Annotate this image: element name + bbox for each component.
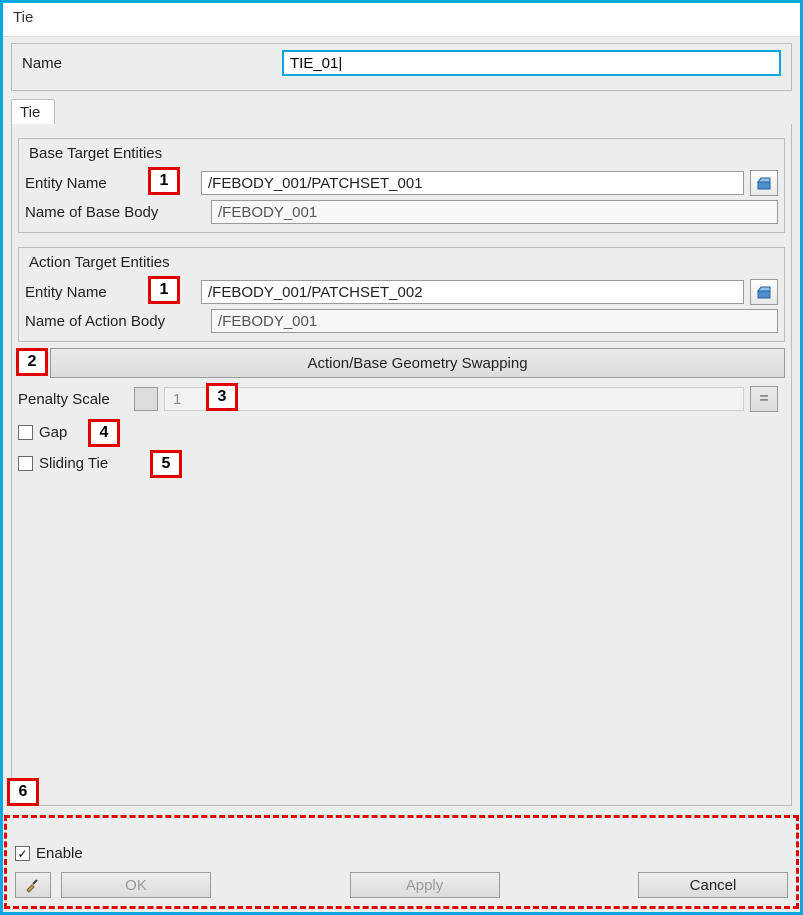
ok-label: OK: [125, 877, 147, 894]
fieldset-action: Action Target Entities Entity Name 1 Nam…: [18, 247, 785, 342]
pick-icon: [756, 175, 772, 191]
sliding-label: Sliding Tie: [39, 455, 108, 472]
action-entity-row: Entity Name 1: [25, 279, 778, 305]
penalty-input[interactable]: [164, 387, 744, 411]
callout-2: 2: [16, 348, 48, 376]
callout-1b: 1: [148, 276, 180, 304]
action-body-row: Name of Action Body: [25, 309, 778, 333]
base-entity-pick-button[interactable]: [750, 170, 778, 196]
options-button[interactable]: [15, 872, 51, 898]
swap-button[interactable]: Action/Base Geometry Swapping: [50, 348, 785, 378]
callout-3: 3: [206, 383, 238, 411]
tab-panel: Base Target Entities Entity Name 1 Name …: [11, 124, 792, 806]
base-entity-row: Entity Name 1: [25, 170, 778, 196]
apply-label: Apply: [406, 877, 444, 894]
dialog-body: Name Tie Base Target Entities Entity Nam…: [3, 37, 800, 912]
penalty-toggle[interactable]: [134, 387, 158, 411]
cancel-button[interactable]: Cancel: [638, 872, 788, 898]
button-row: OK Apply Cancel: [11, 872, 792, 898]
base-body-row: Name of Base Body: [25, 200, 778, 224]
name-label: Name: [22, 55, 272, 72]
apply-button[interactable]: Apply: [350, 872, 500, 898]
action-body-label: Name of Action Body: [25, 313, 205, 330]
gap-row: Gap 4: [18, 424, 785, 441]
dialog-window: Tie Name Tie Base Target Entities Entity…: [0, 0, 803, 915]
callout-6: 6: [7, 778, 39, 806]
ok-button[interactable]: OK: [61, 872, 211, 898]
tab-label: Tie: [20, 104, 40, 121]
cancel-label: Cancel: [690, 877, 737, 894]
callout-1a: 1: [148, 167, 180, 195]
tab-tie[interactable]: Tie: [11, 99, 55, 125]
penalty-label: Penalty Scale: [18, 391, 128, 408]
pick-icon: [756, 284, 772, 300]
base-body-input: [211, 200, 778, 224]
fieldset-base: Base Target Entities Entity Name 1 Name …: [18, 138, 785, 233]
equals-icon: =: [759, 390, 768, 408]
enable-checkbox[interactable]: [15, 846, 30, 861]
tab-strip: Tie: [11, 99, 792, 125]
base-entity-input[interactable]: [201, 171, 744, 195]
action-entity-pick-button[interactable]: [750, 279, 778, 305]
base-body-label: Name of Base Body: [25, 204, 205, 221]
swap-label: Action/Base Geometry Swapping: [307, 355, 527, 372]
bottom-bar: Enable OK Apply Cancel: [11, 845, 792, 898]
brush-icon: [24, 876, 42, 894]
action-body-input: [211, 309, 778, 333]
window-title: Tie: [13, 9, 33, 26]
penalty-row: Penalty Scale = 3: [18, 386, 785, 412]
penalty-eq-button[interactable]: =: [750, 386, 778, 412]
title-bar: Tie: [3, 3, 800, 37]
sliding-checkbox[interactable]: [18, 456, 33, 471]
gap-checkbox[interactable]: [18, 425, 33, 440]
legend-action: Action Target Entities: [25, 254, 174, 271]
sliding-row: Sliding Tie 5: [18, 455, 785, 472]
name-input[interactable]: [282, 50, 781, 76]
callout-4: 4: [88, 419, 120, 447]
enable-row: Enable: [11, 845, 792, 862]
name-row: Name: [11, 43, 792, 91]
callout-5: 5: [150, 450, 182, 478]
enable-label: Enable: [36, 845, 83, 862]
action-entity-input[interactable]: [201, 280, 744, 304]
legend-base: Base Target Entities: [25, 145, 166, 162]
gap-label: Gap: [39, 424, 67, 441]
